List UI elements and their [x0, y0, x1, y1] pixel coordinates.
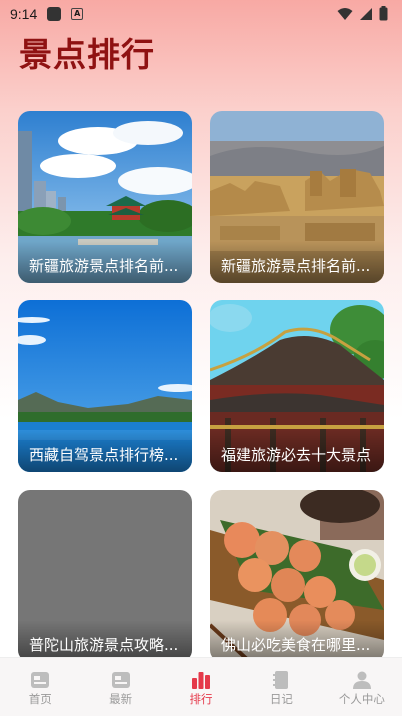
- attraction-card[interactable]: 新疆旅游景点排名前...: [210, 111, 384, 283]
- tab-label: 排行: [189, 692, 213, 706]
- notification-square-icon: [47, 7, 62, 21]
- ranking-bars-icon: [192, 672, 211, 689]
- tab-diary[interactable]: 日记: [241, 658, 321, 716]
- page-title: 景点排行: [19, 35, 155, 74]
- attraction-card[interactable]: 西藏自驾景点排行榜...: [18, 300, 192, 472]
- card-caption: 普陀山旅游景点攻略...: [18, 620, 192, 662]
- card-caption: 福建旅游必去十大景点: [210, 430, 384, 472]
- status-bar: 9:14 A: [0, 0, 402, 28]
- attraction-card[interactable]: 普陀山旅游景点攻略...: [18, 490, 192, 662]
- attraction-card[interactable]: 佛山必吃美食在哪里...: [210, 490, 384, 662]
- a-badge-icon: A: [71, 8, 84, 20]
- tab-label: 首页: [28, 692, 52, 706]
- status-time: 9:14: [10, 6, 38, 22]
- tab-latest[interactable]: 最新: [80, 658, 160, 716]
- signal-icon: [360, 7, 372, 20]
- tab-home[interactable]: 首页: [0, 658, 80, 716]
- tab-label: 日记: [269, 692, 293, 706]
- card-caption: 新疆旅游景点排名前...: [18, 241, 192, 283]
- tab-label: 最新: [109, 692, 133, 706]
- news-card-icon: [111, 672, 130, 688]
- bottom-tab-bar: 首页 最新 排行 日记 个人中心: [0, 657, 402, 716]
- wifi-icon: [337, 7, 353, 20]
- user-person-icon: [352, 671, 371, 689]
- card-caption: 西藏自驾景点排行榜...: [18, 430, 192, 472]
- tab-profile[interactable]: 个人中心: [322, 658, 402, 716]
- card-caption: 佛山必吃美食在哪里...: [210, 620, 384, 662]
- tab-ranking[interactable]: 排行: [161, 658, 241, 716]
- card-caption: 新疆旅游景点排名前...: [210, 241, 384, 283]
- tab-label: 个人中心: [338, 692, 385, 706]
- battery-icon: [379, 6, 388, 21]
- attraction-card[interactable]: 福建旅游必去十大景点: [210, 300, 384, 472]
- diary-book-icon: [273, 671, 289, 689]
- attraction-card[interactable]: 新疆旅游景点排名前...: [18, 111, 192, 283]
- home-card-icon: [31, 672, 50, 688]
